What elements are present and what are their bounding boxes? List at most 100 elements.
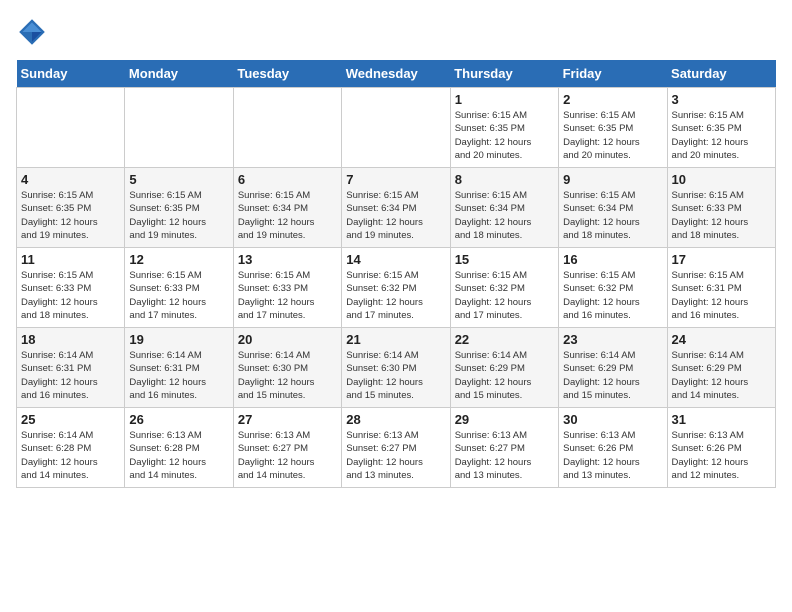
- calendar-cell: 16 Sunrise: 6:15 AMSunset: 6:32 PMDayligh…: [559, 248, 667, 328]
- day-number: 16: [563, 252, 662, 267]
- calendar-day-header: Friday: [559, 60, 667, 88]
- day-info: Sunrise: 6:13 AMSunset: 6:26 PMDaylight:…: [563, 429, 662, 482]
- day-number: 9: [563, 172, 662, 187]
- calendar-week-row: 25 Sunrise: 6:14 AMSunset: 6:28 PMDayligh…: [17, 408, 776, 488]
- day-info: Sunrise: 6:15 AMSunset: 6:33 PMDaylight:…: [129, 269, 228, 322]
- day-number: 24: [672, 332, 771, 347]
- calendar-day-header: Sunday: [17, 60, 125, 88]
- calendar-cell: 27Sunrise: 6:13 AMSunset: 6:27 PMDayligh…: [233, 408, 341, 488]
- day-number: 26: [129, 412, 228, 427]
- calendar-cell: 17 Sunrise: 6:15 AMSunset: 6:31 PMDayligh…: [667, 248, 775, 328]
- day-info: Sunrise: 6:13 AMSunset: 6:27 PMDaylight:…: [455, 429, 554, 482]
- day-number: 8: [455, 172, 554, 187]
- day-info: Sunrise: 6:15 AMSunset: 6:34 PMDaylight:…: [455, 189, 554, 242]
- calendar-week-row: 4 Sunrise: 6:15 AMSunset: 6:35 PMDaylight…: [17, 168, 776, 248]
- calendar-cell: 30 Sunrise: 6:13 AMSunset: 6:26 PMDayligh…: [559, 408, 667, 488]
- day-info: Sunrise: 6:13 AMSunset: 6:26 PMDaylight:…: [672, 429, 771, 482]
- day-info: Sunrise: 6:15 AMSunset: 6:32 PMDaylight:…: [455, 269, 554, 322]
- calendar-cell: 19 Sunrise: 6:14 AMSunset: 6:31 PMDayligh…: [125, 328, 233, 408]
- day-info: Sunrise: 6:15 AMSunset: 6:34 PMDaylight:…: [346, 189, 445, 242]
- calendar-day-header: Tuesday: [233, 60, 341, 88]
- calendar-cell: 13 Sunrise: 6:15 AMSunset: 6:33 PMDayligh…: [233, 248, 341, 328]
- day-info: Sunrise: 6:15 AMSunset: 6:35 PMDaylight:…: [455, 109, 554, 162]
- calendar-cell: 28 Sunrise: 6:13 AMSunset: 6:27 PMDayligh…: [342, 408, 450, 488]
- calendar-table: SundayMondayTuesdayWednesdayThursdayFrid…: [16, 60, 776, 488]
- calendar-cell: 22 Sunrise: 6:14 AMSunset: 6:29 PMDayligh…: [450, 328, 558, 408]
- calendar-cell: 2Sunrise: 6:15 AMSunset: 6:35 PMDaylight…: [559, 88, 667, 168]
- day-number: 15: [455, 252, 554, 267]
- calendar-cell: 8 Sunrise: 6:15 AMSunset: 6:34 PMDaylight…: [450, 168, 558, 248]
- calendar-day-header: Monday: [125, 60, 233, 88]
- day-number: 1: [455, 92, 554, 107]
- calendar-cell: 11 Sunrise: 6:15 AMSunset: 6:33 PMDayligh…: [17, 248, 125, 328]
- day-number: 2: [563, 92, 662, 107]
- day-number: 31: [672, 412, 771, 427]
- day-info: Sunrise: 6:13 AMSunset: 6:27 PMDaylight:…: [346, 429, 445, 482]
- day-info: Sunrise: 6:13 AMSunset: 6:28 PMDaylight:…: [129, 429, 228, 482]
- day-number: 14: [346, 252, 445, 267]
- calendar-cell: 9Sunrise: 6:15 AMSunset: 6:34 PMDaylight…: [559, 168, 667, 248]
- calendar-cell: 24 Sunrise: 6:14 AMSunset: 6:29 PMDayligh…: [667, 328, 775, 408]
- day-number: 18: [21, 332, 120, 347]
- calendar-cell: 4 Sunrise: 6:15 AMSunset: 6:35 PMDaylight…: [17, 168, 125, 248]
- day-number: 6: [238, 172, 337, 187]
- day-info: Sunrise: 6:15 AMSunset: 6:35 PMDaylight:…: [672, 109, 771, 162]
- calendar-week-row: 1 Sunrise: 6:15 AMSunset: 6:35 PMDaylight…: [17, 88, 776, 168]
- day-number: 23: [563, 332, 662, 347]
- day-number: 17: [672, 252, 771, 267]
- day-number: 28: [346, 412, 445, 427]
- calendar-header-row: SundayMondayTuesdayWednesdayThursdayFrid…: [17, 60, 776, 88]
- day-info: Sunrise: 6:15 AMSunset: 6:35 PMDaylight:…: [21, 189, 120, 242]
- day-info: Sunrise: 6:14 AMSunset: 6:28 PMDaylight:…: [21, 429, 120, 482]
- calendar-body: 1 Sunrise: 6:15 AMSunset: 6:35 PMDaylight…: [17, 88, 776, 488]
- calendar-cell: 10Sunrise: 6:15 AMSunset: 6:33 PMDayligh…: [667, 168, 775, 248]
- day-number: 5: [129, 172, 228, 187]
- day-info: Sunrise: 6:14 AMSunset: 6:30 PMDaylight:…: [238, 349, 337, 402]
- day-info: Sunrise: 6:14 AMSunset: 6:29 PMDaylight:…: [672, 349, 771, 402]
- calendar-cell: 23Sunrise: 6:14 AMSunset: 6:29 PMDayligh…: [559, 328, 667, 408]
- day-number: 7: [346, 172, 445, 187]
- day-number: 19: [129, 332, 228, 347]
- day-number: 20: [238, 332, 337, 347]
- day-info: Sunrise: 6:15 AMSunset: 6:32 PMDaylight:…: [563, 269, 662, 322]
- day-number: 13: [238, 252, 337, 267]
- calendar-cell: 5 Sunrise: 6:15 AMSunset: 6:35 PMDaylight…: [125, 168, 233, 248]
- calendar-cell: 6 Sunrise: 6:15 AMSunset: 6:34 PMDaylight…: [233, 168, 341, 248]
- day-info: Sunrise: 6:15 AMSunset: 6:34 PMDaylight:…: [238, 189, 337, 242]
- day-info: Sunrise: 6:15 AMSunset: 6:35 PMDaylight:…: [129, 189, 228, 242]
- day-number: 10: [672, 172, 771, 187]
- day-number: 29: [455, 412, 554, 427]
- calendar-cell: 1 Sunrise: 6:15 AMSunset: 6:35 PMDaylight…: [450, 88, 558, 168]
- day-info: Sunrise: 6:14 AMSunset: 6:29 PMDaylight:…: [455, 349, 554, 402]
- day-info: Sunrise: 6:15 AMSunset: 6:31 PMDaylight:…: [672, 269, 771, 322]
- calendar-cell: [125, 88, 233, 168]
- day-info: Sunrise: 6:15 AMSunset: 6:32 PMDaylight:…: [346, 269, 445, 322]
- calendar-cell: 26 Sunrise: 6:13 AMSunset: 6:28 PMDayligh…: [125, 408, 233, 488]
- calendar-cell: [342, 88, 450, 168]
- day-number: 25: [21, 412, 120, 427]
- calendar-day-header: Saturday: [667, 60, 775, 88]
- day-info: Sunrise: 6:14 AMSunset: 6:31 PMDaylight:…: [129, 349, 228, 402]
- day-number: 11: [21, 252, 120, 267]
- day-number: 21: [346, 332, 445, 347]
- calendar-cell: 25 Sunrise: 6:14 AMSunset: 6:28 PMDayligh…: [17, 408, 125, 488]
- day-number: 4: [21, 172, 120, 187]
- day-info: Sunrise: 6:13 AMSunset: 6:27 PMDaylight:…: [238, 429, 337, 482]
- calendar-cell: 20 Sunrise: 6:14 AMSunset: 6:30 PMDayligh…: [233, 328, 341, 408]
- day-number: 30: [563, 412, 662, 427]
- day-number: 3: [672, 92, 771, 107]
- day-number: 12: [129, 252, 228, 267]
- calendar-cell: 21Sunrise: 6:14 AMSunset: 6:30 PMDayligh…: [342, 328, 450, 408]
- calendar-week-row: 11 Sunrise: 6:15 AMSunset: 6:33 PMDayligh…: [17, 248, 776, 328]
- day-number: 22: [455, 332, 554, 347]
- day-info: Sunrise: 6:15 AMSunset: 6:33 PMDaylight:…: [21, 269, 120, 322]
- logo-icon: [16, 16, 48, 48]
- logo: [16, 16, 52, 48]
- calendar-cell: 31 Sunrise: 6:13 AMSunset: 6:26 PMDayligh…: [667, 408, 775, 488]
- calendar-cell: 3 Sunrise: 6:15 AMSunset: 6:35 PMDaylight…: [667, 88, 775, 168]
- calendar-cell: 7 Sunrise: 6:15 AMSunset: 6:34 PMDaylight…: [342, 168, 450, 248]
- calendar-week-row: 18 Sunrise: 6:14 AMSunset: 6:31 PMDayligh…: [17, 328, 776, 408]
- calendar-cell: 12 Sunrise: 6:15 AMSunset: 6:33 PMDayligh…: [125, 248, 233, 328]
- calendar-day-header: Thursday: [450, 60, 558, 88]
- day-info: Sunrise: 6:15 AMSunset: 6:33 PMDaylight:…: [238, 269, 337, 322]
